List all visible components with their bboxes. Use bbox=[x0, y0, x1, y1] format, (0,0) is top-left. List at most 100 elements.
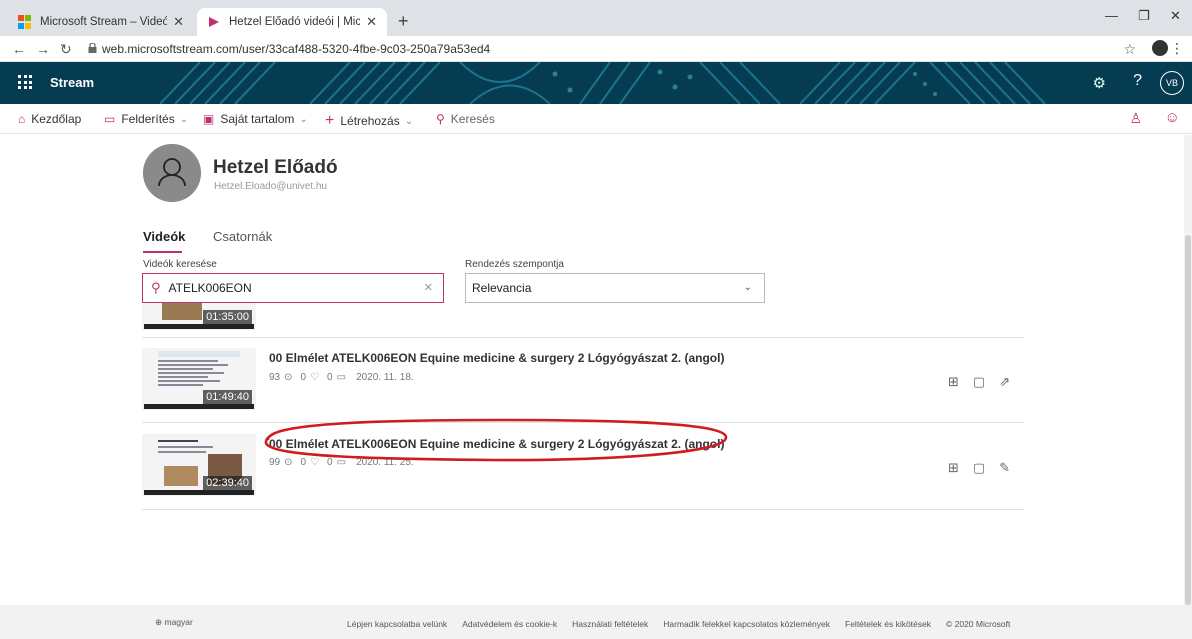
thumbnail-image bbox=[158, 351, 240, 357]
footer-link-conditions[interactable]: Feltételek és kikötések bbox=[845, 619, 931, 629]
video-thumbnail[interactable]: 01:49:40 bbox=[142, 348, 256, 410]
add-to-group-icon[interactable]: ▢ bbox=[973, 460, 985, 476]
video-row[interactable]: 02:39:40 00 Elmélet ATELK006EON Equine m… bbox=[142, 424, 1024, 510]
language-selector[interactable]: ⊕ magyar bbox=[155, 617, 193, 628]
url-input[interactable]: web.microsoftstream.com/user/33caf488-53… bbox=[102, 42, 490, 56]
new-tab-button[interactable]: + bbox=[398, 12, 409, 30]
tab-close-icon[interactable]: ✕ bbox=[366, 14, 377, 30]
lock-icon bbox=[88, 43, 97, 53]
video-thumbnail[interactable]: 01:35:00 bbox=[142, 303, 256, 330]
share-icon[interactable]: ⇗ bbox=[999, 374, 1010, 390]
maximize-icon[interactable]: ❐ bbox=[1138, 8, 1150, 24]
clear-search-icon[interactable]: ✕ bbox=[424, 281, 433, 294]
plus-icon: + bbox=[325, 112, 335, 129]
close-window-icon[interactable]: ✕ bbox=[1170, 8, 1181, 24]
browser-tab-bar: Microsoft Stream – Videómegosz ✕ Hetzel … bbox=[0, 0, 1192, 36]
thumbnail-image bbox=[158, 372, 224, 374]
profile-avatar bbox=[143, 144, 201, 202]
browser-tab-stream[interactable]: Microsoft Stream – Videómegosz ✕ bbox=[8, 8, 194, 36]
browser-menu-icon[interactable]: ⋮ bbox=[1170, 40, 1184, 57]
user-avatar-button[interactable]: VB bbox=[1160, 71, 1184, 95]
views-icon: ⊙ bbox=[284, 372, 293, 383]
my-content-icon: ▣ bbox=[203, 112, 215, 126]
chevron-down-icon: ⌄ bbox=[299, 113, 308, 125]
help-icon[interactable]: ? bbox=[1133, 72, 1142, 90]
video-row[interactable]: 01:35:00 bbox=[142, 303, 1024, 338]
video-meta: 93 ⊙ 0 ♡ 0 ▭ 2020. 11. 18. bbox=[269, 372, 414, 383]
like-count: 0 bbox=[300, 457, 307, 468]
comment-count: 0 bbox=[327, 372, 333, 383]
video-duration: 02:39:40 bbox=[203, 476, 252, 490]
sort-value: Relevancia bbox=[472, 281, 532, 295]
thumbnail-image bbox=[158, 368, 213, 370]
nav-my-content-label: Saját tartalom bbox=[220, 112, 295, 126]
app-nav: ⌂ Kezdőlap ▭ Felderítés ⌄ ▣ Saját tartal… bbox=[0, 104, 1192, 134]
heart-icon: ♡ bbox=[310, 372, 320, 383]
header-banner-pattern bbox=[159, 62, 1046, 104]
footer-copyright: © 2020 Microsoft bbox=[946, 619, 1011, 629]
footer-link-terms[interactable]: Használati feltételek bbox=[572, 619, 648, 629]
chevron-down-icon: ⌄ bbox=[404, 115, 414, 127]
comment-count: 0 bbox=[327, 457, 333, 468]
feedback-smile-icon[interactable]: ☺ bbox=[1165, 109, 1180, 126]
sort-label: Rendezés szempontja bbox=[465, 259, 564, 270]
back-arrow-icon[interactable]: ← bbox=[12, 41, 26, 57]
thumbnail-image bbox=[158, 380, 220, 382]
browser-profile-icon[interactable] bbox=[1152, 40, 1168, 56]
thumbnail-image bbox=[158, 360, 218, 362]
video-actions: ⊞ ▢ ✎ ⋯ bbox=[948, 460, 1024, 476]
settings-gear-icon[interactable]: ⚙ bbox=[1093, 74, 1106, 92]
minimize-icon[interactable]: — bbox=[1105, 8, 1118, 23]
tab-channels[interactable]: Csatornák bbox=[213, 229, 272, 244]
microsoft-logo-icon bbox=[18, 15, 32, 29]
footer-link-third-party[interactable]: Harmadik felekkel kapcsolatos közleménye… bbox=[663, 619, 830, 629]
video-row[interactable]: 01:49:40 00 Elmélet ATELK006EON Equine m… bbox=[142, 338, 1024, 423]
nav-discover[interactable]: ▭ Felderítés ⌄ bbox=[104, 112, 188, 126]
footer-link-privacy[interactable]: Adatvédelem és cookie-k bbox=[462, 619, 557, 629]
thumbnail-progress-strip bbox=[144, 490, 254, 495]
video-title[interactable]: 00 Elmélet ATELK006EON Equine medicine &… bbox=[269, 437, 724, 451]
comment-icon: ▭ bbox=[336, 372, 347, 383]
thumbnail-image bbox=[162, 303, 202, 320]
tab-close-icon[interactable]: ✕ bbox=[173, 14, 184, 30]
scrollbar-thumb[interactable] bbox=[1185, 235, 1191, 605]
thumbnail-image bbox=[158, 376, 208, 378]
discover-icon: ▭ bbox=[104, 112, 116, 126]
search-icon: ⚲ bbox=[436, 112, 445, 126]
publish-date: 2020. 11. 25. bbox=[356, 457, 414, 468]
footer: ⊕ magyar Lépjen kapcsolatba velünk Adatv… bbox=[0, 605, 1192, 639]
tab-videos[interactable]: Videók bbox=[143, 229, 185, 244]
video-thumbnail[interactable]: 02:39:40 bbox=[142, 434, 256, 496]
sort-dropdown[interactable]: Relevancia ⌄ bbox=[465, 273, 765, 303]
footer-link-contact[interactable]: Lépjen kapcsolatba velünk bbox=[347, 619, 447, 629]
bookmark-star-icon[interactable]: ☆ bbox=[1123, 41, 1136, 58]
nav-my-content[interactable]: ▣ Saját tartalom ⌄ bbox=[203, 112, 308, 126]
chevron-down-icon: ⌄ bbox=[179, 113, 189, 125]
stream-brand[interactable]: Stream bbox=[50, 75, 94, 90]
video-title[interactable]: 00 Elmélet ATELK006EON Equine medicine &… bbox=[269, 351, 724, 365]
comment-icon: ▭ bbox=[336, 457, 347, 468]
nav-search[interactable]: ⚲ Keresés bbox=[436, 112, 495, 126]
reload-icon[interactable]: ↻ bbox=[60, 41, 72, 58]
tab-title: Hetzel Előadó videói | Microsoft bbox=[229, 16, 361, 28]
video-search-input[interactable]: ⚲ ATELK006EON ✕ bbox=[142, 273, 444, 303]
nav-home[interactable]: ⌂ Kezdőlap bbox=[18, 112, 81, 126]
view-count: 93 bbox=[269, 372, 281, 383]
view-count: 99 bbox=[269, 457, 281, 468]
add-to-watchlist-icon[interactable]: ⊞ bbox=[948, 460, 959, 476]
home-icon: ⌂ bbox=[18, 112, 26, 126]
thumbnail-image bbox=[158, 446, 213, 448]
add-to-watchlist-icon[interactable]: ⊞ bbox=[948, 374, 959, 390]
nav-create[interactable]: + Létrehozás ⌄ bbox=[325, 112, 413, 130]
add-to-group-icon[interactable]: ▢ bbox=[973, 374, 985, 390]
profile-name: Hetzel Előadó bbox=[213, 157, 338, 178]
forward-arrow-icon[interactable]: → bbox=[36, 41, 50, 57]
person-icon[interactable]: ♙ bbox=[1129, 110, 1142, 127]
browser-tab-hetzel[interactable]: Hetzel Előadó videói | Microsoft ✕ bbox=[197, 8, 387, 36]
thumbnail-progress-strip bbox=[144, 404, 254, 409]
nav-create-label: Létrehozás bbox=[340, 114, 400, 128]
video-meta: 99 ⊙ 0 ♡ 0 ▭ 2020. 11. 25. bbox=[269, 457, 414, 468]
app-launcher-icon[interactable] bbox=[18, 75, 32, 89]
thumbnail-image bbox=[158, 451, 206, 453]
edit-pencil-icon[interactable]: ✎ bbox=[999, 460, 1010, 476]
